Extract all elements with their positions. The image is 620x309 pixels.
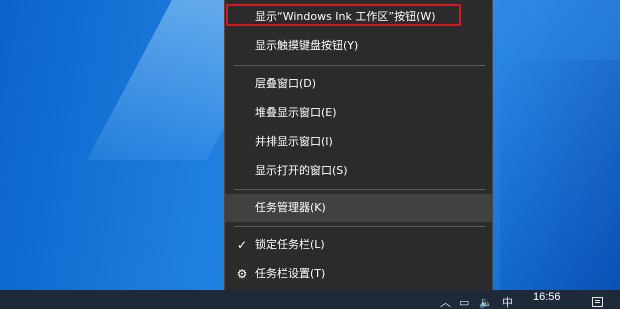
chevron-up-icon[interactable]: ︿ [440, 297, 451, 309]
menu-separator [234, 65, 485, 66]
menu-item-stack-windows[interactable]: 堆叠显示窗口(E) [225, 99, 492, 127]
menu-item-label: 层叠窗口(D) [255, 77, 317, 90]
notification-icon[interactable] [592, 297, 603, 307]
menu-item-show-touch-keyboard-button[interactable]: 显示触摸键盘按钮(Y) [225, 32, 492, 60]
checkmark-icon: ✓ [236, 238, 248, 252]
menu-item-label: 堆叠显示窗口(E) [255, 106, 337, 119]
taskbar-context-menu: 显示“Windows Ink 工作区”按钮(W) 显示触摸键盘按钮(Y) 层叠窗… [224, 0, 493, 296]
menu-item-label: 锁定任务栏(L) [255, 238, 325, 251]
ime-indicator[interactable]: 中 [502, 297, 513, 309]
menu-separator [234, 226, 485, 227]
menu-item-show-desktop-windows[interactable]: 显示打开的窗口(S) [225, 157, 492, 185]
menu-item-label: 并排显示窗口(I) [255, 135, 333, 148]
menu-item-label: 显示“Windows Ink 工作区”按钮(W) [255, 10, 436, 23]
taskbar[interactable] [0, 290, 620, 309]
network-icon[interactable]: ▭ [459, 297, 469, 309]
menu-item-taskbar-settings[interactable]: ⚙ 任务栏设置(T) [225, 260, 492, 288]
volume-icon[interactable]: 🔈 [479, 297, 493, 309]
gear-icon: ⚙ [236, 267, 248, 281]
menu-item-cascade-windows[interactable]: 层叠窗口(D) [225, 70, 492, 98]
menu-item-lock-taskbar[interactable]: ✓ 锁定任务栏(L) [225, 231, 492, 259]
menu-item-show-windows-ink-button[interactable]: 显示“Windows Ink 工作区”按钮(W) [225, 3, 492, 31]
clock-time[interactable]: 16:56 [533, 291, 561, 303]
light-shadow [500, 60, 620, 290]
menu-item-label: 显示打开的窗口(S) [255, 164, 348, 177]
menu-item-side-by-side-windows[interactable]: 并排显示窗口(I) [225, 128, 492, 156]
menu-item-task-manager[interactable]: 任务管理器(K) [225, 194, 492, 222]
menu-item-label: 显示触摸键盘按钮(Y) [255, 39, 359, 52]
menu-item-label: 任务管理器(K) [255, 201, 326, 214]
menu-item-label: 任务栏设置(T) [255, 267, 326, 280]
menu-separator [234, 189, 485, 190]
